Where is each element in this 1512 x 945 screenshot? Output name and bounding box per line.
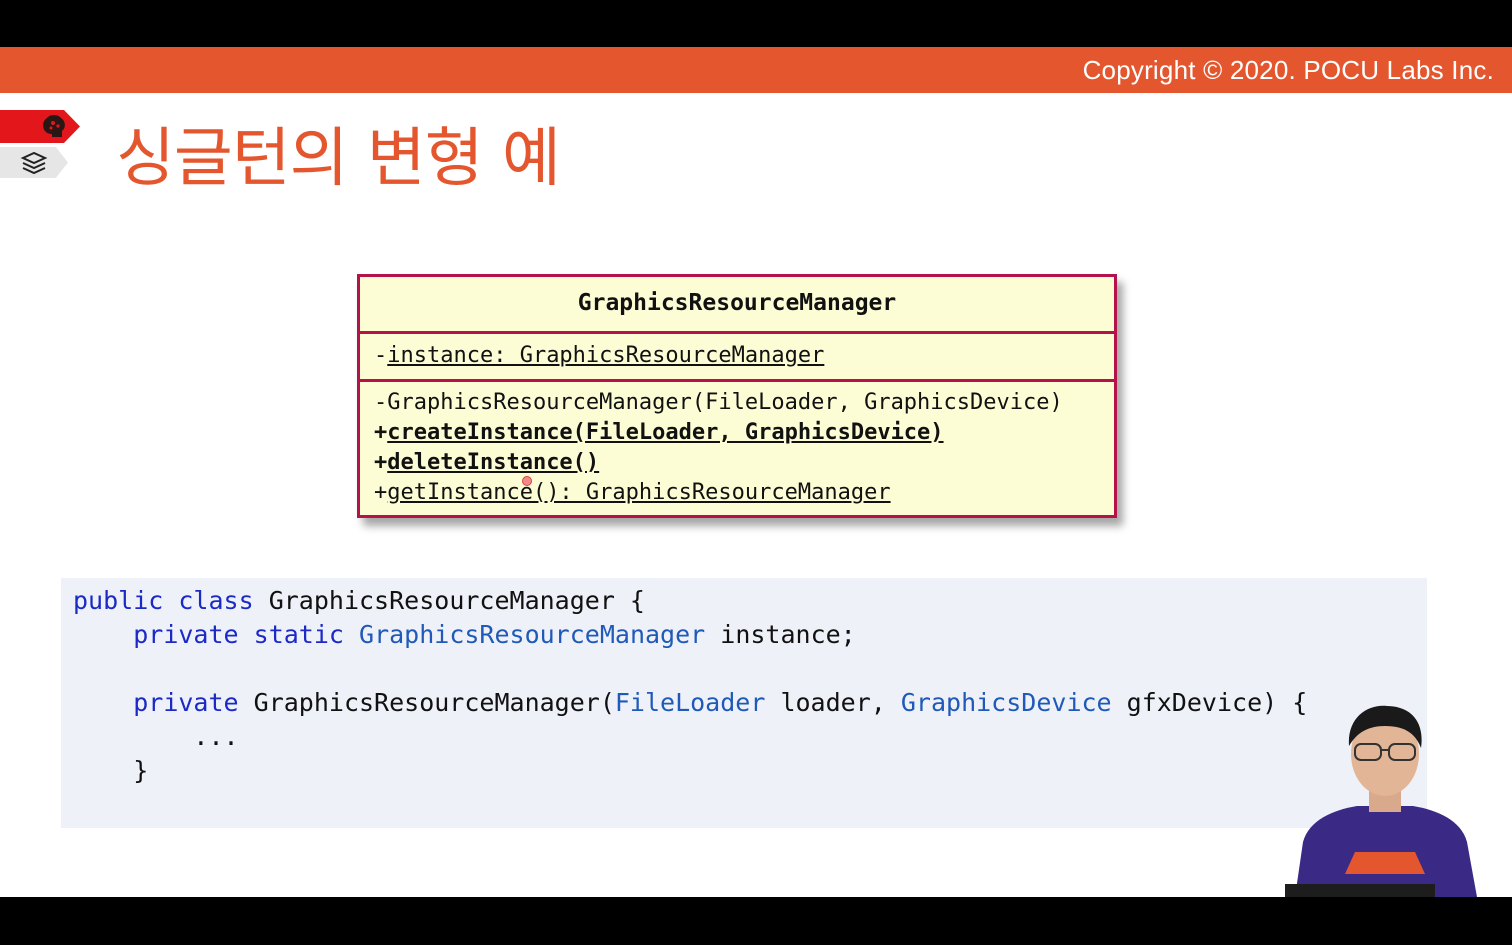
uml-op-constructor: -GraphicsResourceManager(FileLoader, Gra… [374, 388, 1114, 418]
uml-attributes: -instance: GraphicsResourceManager [360, 334, 1114, 382]
books-icon [20, 151, 48, 175]
uml-op-visibility: + [374, 450, 388, 475]
code-line-6: } [133, 756, 149, 785]
uml-op-text: createInstance(FileLoader, GraphicsDevic… [387, 420, 944, 445]
code-line-1: public class GraphicsResourceManager { [73, 586, 645, 615]
code-line-5: ... [193, 722, 239, 751]
code-line-4: private GraphicsResourceManager(FileLoad… [133, 688, 1308, 717]
uml-class-name: GraphicsResourceManager [360, 277, 1114, 334]
slide-title: 싱글턴의 변형 예 [116, 122, 561, 196]
brain-icon [43, 115, 65, 137]
slide: Copyright © 2020. POCU Labs Inc. 싱글턴의 변형… [0, 47, 1512, 897]
uml-op-visibility: + [374, 480, 388, 505]
code-block: public class GraphicsResourceManager { p… [61, 578, 1427, 828]
uml-operations: -GraphicsResourceManager(FileLoader, Gra… [360, 382, 1114, 508]
header-banner: Copyright © 2020. POCU Labs Inc. [0, 47, 1512, 93]
copyright-text: Copyright © 2020. POCU Labs Inc. [1082, 55, 1494, 85]
uml-class-diagram: GraphicsResourceManager -instance: Graph… [357, 274, 1117, 518]
uml-op-delete-instance: +deleteInstance() [374, 448, 1114, 478]
uml-op-create-instance: +createInstance(FileLoader, GraphicsDevi… [374, 418, 1114, 448]
uml-op-visibility: + [374, 420, 388, 445]
code-line-2: private static GraphicsResourceManager i… [133, 620, 856, 649]
uml-attr-visibility: - [374, 343, 388, 368]
uml-attr-instance: instance: GraphicsResourceManager [387, 343, 825, 368]
uml-op-get-instance: +getInstance(): GraphicsResourceManager [374, 478, 1114, 508]
uml-op-text: getInstance(): GraphicsResourceManager [387, 480, 891, 505]
uml-op-visibility: - [374, 390, 388, 415]
uml-op-text: GraphicsResourceManager(FileLoader, Grap… [387, 390, 1063, 415]
uml-op-text: deleteInstance() [387, 450, 600, 475]
presenter-video [1285, 705, 1477, 897]
pointer-dot [522, 476, 532, 486]
